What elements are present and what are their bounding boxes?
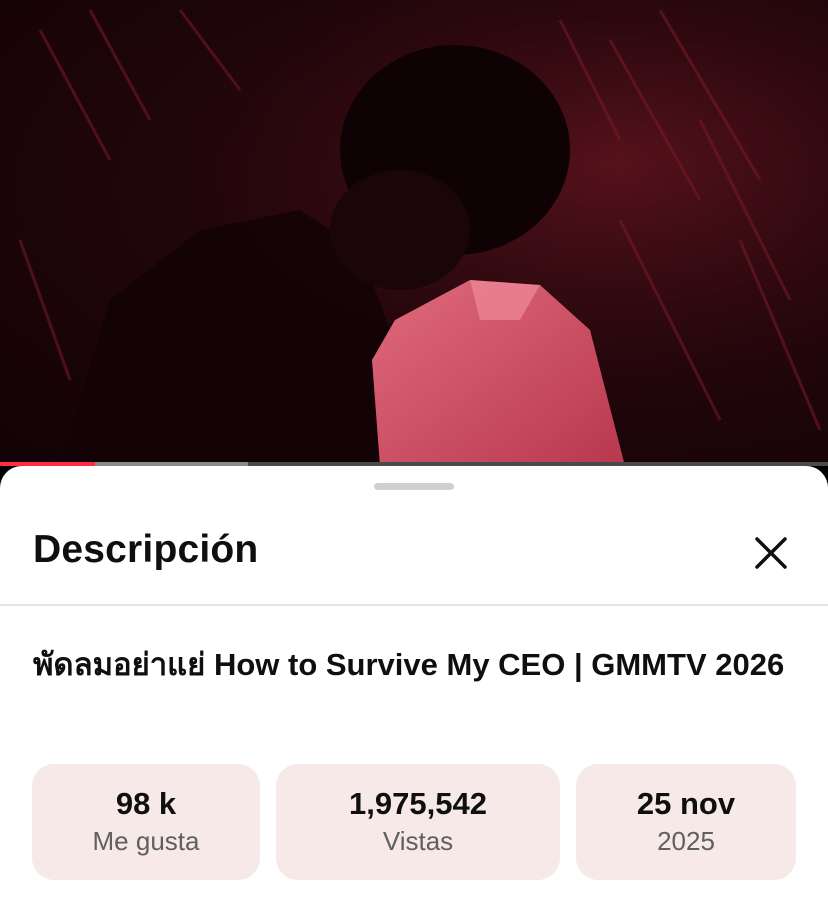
drag-handle[interactable] — [374, 483, 454, 490]
publish-year: 2025 — [657, 826, 715, 856]
close-button[interactable] — [748, 530, 794, 576]
views-count: 1,975,542 — [349, 786, 487, 821]
description-sheet: Descripción พัดลมอย่าแย่ How to Survive … — [0, 466, 828, 899]
video-frame — [0, 0, 828, 466]
sheet-title: Descripción — [33, 528, 259, 571]
video-player[interactable] — [0, 0, 828, 466]
close-icon — [755, 537, 787, 569]
stat-date: 25 nov 2025 — [576, 764, 796, 880]
screen: Descripción พัดลมอย่าแย่ How to Survive … — [0, 0, 828, 899]
likes-label: Me gusta — [92, 826, 200, 856]
likes-count: 98 k — [115, 786, 177, 821]
views-label: Vistas — [382, 826, 454, 856]
publish-date: 25 nov — [636, 786, 736, 821]
stat-likes: 98 k Me gusta — [32, 764, 260, 880]
divider — [0, 604, 828, 606]
stat-views: 1,975,542 Vistas — [276, 764, 560, 880]
video-title: พัดลมอย่าแย่ How to Survive My CEO | GMM… — [33, 647, 785, 682]
